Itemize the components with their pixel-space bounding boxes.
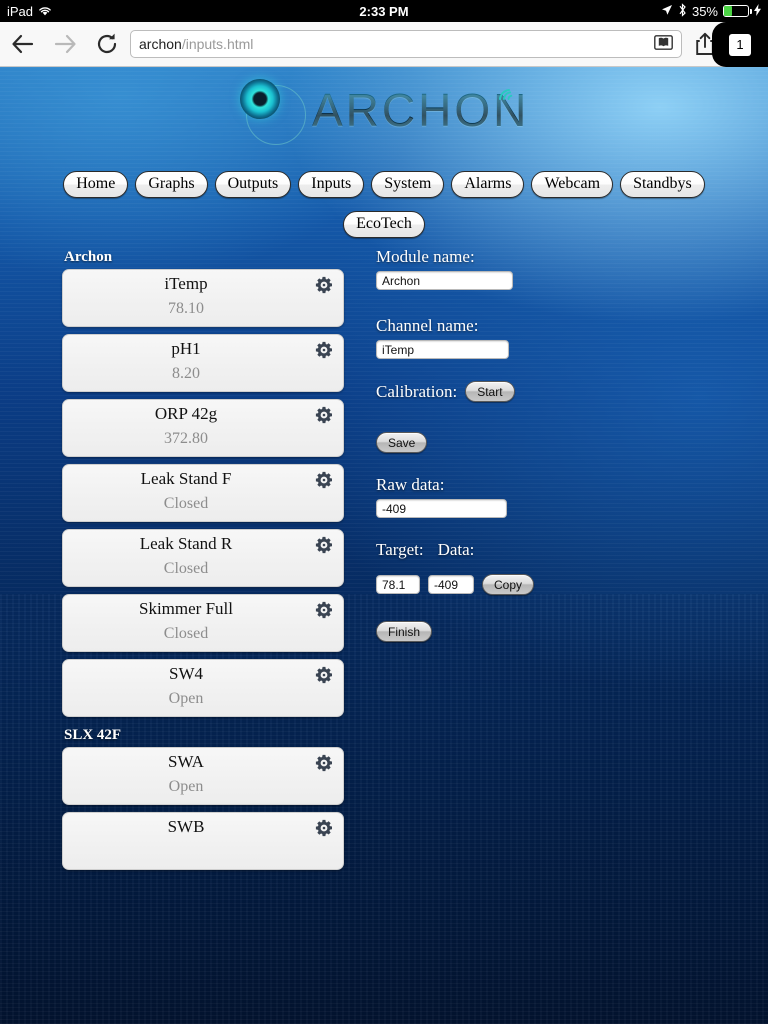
url-host: archon xyxy=(139,36,182,52)
list-item[interactable]: SW4 Open xyxy=(62,659,344,717)
channel-value: Closed xyxy=(163,625,209,642)
ios-status-bar: iPad 2:33 PM 35% xyxy=(0,0,768,22)
channel-value: 372.80 xyxy=(164,430,208,447)
target-data-labels: Target: Data: xyxy=(376,540,706,560)
forward-arrow-icon xyxy=(52,31,78,57)
calibration-row: Calibration: Start xyxy=(376,381,706,402)
channel-name: SWA xyxy=(168,752,204,771)
nav-item-inputs[interactable]: Inputs xyxy=(298,171,365,198)
channel-name: SW4 xyxy=(169,664,203,683)
nav-item-outputs[interactable]: Outputs xyxy=(214,171,292,198)
channel-value: 78.10 xyxy=(168,300,204,317)
nav-item-alarms[interactable]: Alarms xyxy=(451,171,525,198)
battery-icon xyxy=(723,5,752,17)
list-item[interactable]: SWB xyxy=(62,812,344,870)
target-label: Target: xyxy=(376,540,424,559)
gear-icon[interactable] xyxy=(315,341,333,359)
module-name-value: Archon xyxy=(382,273,421,288)
list-item[interactable]: Leak Stand R Closed xyxy=(62,529,344,587)
status-bar-clock: 2:33 PM xyxy=(359,3,409,19)
gear-icon[interactable] xyxy=(315,601,333,619)
target-data-row: 78.1 -409 Copy xyxy=(376,574,706,595)
gear-icon[interactable] xyxy=(315,754,333,772)
channel-value: Closed xyxy=(163,560,209,577)
location-arrow-icon xyxy=(661,4,673,19)
list-item[interactable]: SWA Open xyxy=(62,747,344,805)
list-item[interactable]: ORP 42g 372.80 xyxy=(62,399,344,457)
channel-name-label: Channel name: xyxy=(376,316,479,335)
target-value: 78.1 xyxy=(382,577,406,592)
nav-item-home[interactable]: Home xyxy=(63,171,129,198)
module-name-label: Module name: xyxy=(376,247,475,266)
nav-item-system[interactable]: System xyxy=(371,171,445,198)
archon-orb-icon xyxy=(240,79,280,119)
bluetooth-icon xyxy=(678,2,687,20)
gear-icon[interactable] xyxy=(315,666,333,684)
channel-list: Archon iTemp 78.10 pH1 8.20 ORP 42g 372.… xyxy=(62,247,344,877)
channel-value: Open xyxy=(168,778,204,795)
group-header-slx42f: SLX 42F xyxy=(64,727,122,743)
channel-name: pH1 xyxy=(171,339,201,358)
nav-item-webcam[interactable]: Webcam xyxy=(531,171,614,198)
main-navigation: Home Graphs Outputs Inputs System Alarms… xyxy=(0,171,768,198)
list-item[interactable]: iTemp 78.10 xyxy=(62,269,344,327)
calibration-label: Calibration: xyxy=(376,381,458,401)
raw-data-value: -409 xyxy=(382,501,407,516)
tab-count-label: 1 xyxy=(729,33,751,56)
browser-nav-buttons xyxy=(0,31,120,57)
channel-name: Leak Stand R xyxy=(139,534,233,553)
gear-icon[interactable] xyxy=(315,276,333,294)
web-page-content: ARCHON Home Graphs Outputs Inputs System… xyxy=(0,67,768,1024)
channel-name: Skimmer Full xyxy=(139,599,233,618)
channel-name: ORP 42g xyxy=(154,404,218,423)
gear-icon[interactable] xyxy=(315,471,333,489)
data-input[interactable]: -409 xyxy=(428,575,474,594)
module-name-input[interactable]: Archon xyxy=(376,271,513,290)
secondary-navigation: EcoTech xyxy=(0,211,768,238)
save-button[interactable]: Save xyxy=(376,432,428,453)
wifi-signal-icon xyxy=(498,79,524,103)
status-bar-right: 35% xyxy=(661,2,761,20)
reload-icon[interactable] xyxy=(94,31,120,57)
site-logo: ARCHON xyxy=(0,77,768,149)
reader-view-icon[interactable] xyxy=(654,35,673,53)
channel-name-input[interactable]: iTemp xyxy=(376,340,509,359)
channel-value: Closed xyxy=(163,495,209,512)
url-path: /inputs.html xyxy=(181,36,254,52)
finish-button[interactable]: Finish xyxy=(376,621,433,642)
target-input[interactable]: 78.1 xyxy=(376,575,420,594)
channel-name: Leak Stand F xyxy=(140,469,232,488)
back-arrow-icon[interactable] xyxy=(10,31,36,57)
list-item[interactable]: pH1 8.20 xyxy=(62,334,344,392)
browser-toolbar: archon/inputs.html xyxy=(0,22,768,67)
logo-wordmark: ARCHON xyxy=(312,84,530,136)
url-bar[interactable]: archon/inputs.html xyxy=(130,30,682,58)
copy-button[interactable]: Copy xyxy=(482,574,535,595)
raw-data-input[interactable]: -409 xyxy=(376,499,507,518)
channel-name-value: iTemp xyxy=(382,342,415,357)
gear-icon[interactable] xyxy=(315,406,333,424)
data-value: -409 xyxy=(434,577,459,592)
nav-item-ecotech[interactable]: EcoTech xyxy=(343,211,425,238)
calibration-form: Module name: Archon Channel name: iTemp … xyxy=(376,247,706,642)
data-label: Data: xyxy=(437,540,475,559)
nav-item-graphs[interactable]: Graphs xyxy=(135,171,208,198)
gear-icon[interactable] xyxy=(315,819,333,837)
channel-name: SWB xyxy=(167,817,205,836)
nav-item-standbys[interactable]: Standbys xyxy=(620,171,705,198)
tab-count-button[interactable]: 1 xyxy=(712,22,768,67)
channel-value: 8.20 xyxy=(172,365,200,382)
list-item[interactable]: Skimmer Full Closed xyxy=(62,594,344,652)
battery-percent-label: 35% xyxy=(691,3,718,19)
list-item[interactable]: Leak Stand F Closed xyxy=(62,464,344,522)
group-header-archon: Archon xyxy=(64,249,113,265)
raw-data-label: Raw data: xyxy=(376,475,445,494)
channel-value: Open xyxy=(168,690,204,707)
channel-name: iTemp xyxy=(164,274,208,293)
gear-icon[interactable] xyxy=(315,536,333,554)
start-button[interactable]: Start xyxy=(465,381,515,402)
lightning-bolt-icon xyxy=(754,3,761,19)
